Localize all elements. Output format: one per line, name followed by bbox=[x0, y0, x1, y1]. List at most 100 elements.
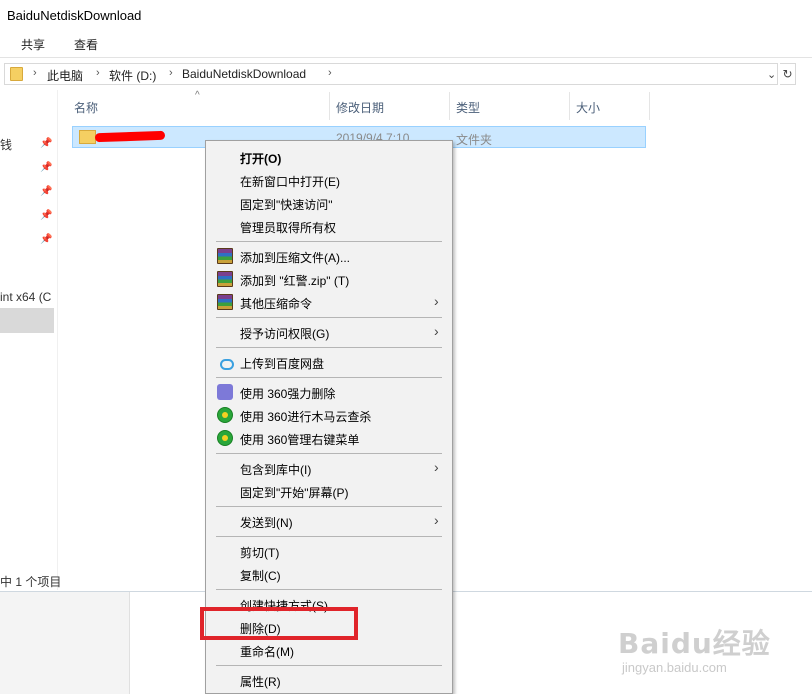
pin-icon[interactable]: 📌 bbox=[40, 234, 52, 245]
menu-item-add-to-zip[interactable]: 添加到 "红警.zip" (T) bbox=[206, 268, 452, 290]
address-box[interactable]: › 此电脑 › 软件 (D:) › BaiduNetdiskDownload ›… bbox=[4, 63, 778, 85]
menu-item-upload-baidu[interactable]: 上传到百度网盘 bbox=[206, 351, 452, 373]
winrar-icon bbox=[217, 271, 233, 287]
column-divider[interactable] bbox=[569, 92, 570, 120]
menu-item-label: 剪切(T) bbox=[240, 546, 280, 560]
menu-item-label: 添加到 "红警.zip" (T) bbox=[240, 274, 350, 288]
folder-icon bbox=[10, 67, 23, 81]
menu-item-include-library[interactable]: 包含到库中(I) › bbox=[206, 457, 452, 479]
menu-item-open-new-window[interactable]: 在新窗口中打开(E) bbox=[206, 169, 452, 191]
tab-share[interactable]: 共享 bbox=[21, 36, 45, 53]
menu-item-label: 重命名(M) bbox=[240, 645, 294, 659]
menu-item-pin-quick-access[interactable]: 固定到"快速访问" bbox=[206, 192, 452, 214]
winrar-icon bbox=[217, 248, 233, 264]
breadcrumb-current-folder[interactable]: BaiduNetdiskDownload bbox=[182, 67, 306, 81]
menu-item-copy[interactable]: 复制(C) bbox=[206, 563, 452, 585]
pin-icon[interactable]: 📌 bbox=[40, 186, 52, 197]
column-header-name[interactable]: 名称 bbox=[74, 99, 98, 116]
menu-item-rename[interactable]: 重命名(M) bbox=[206, 639, 452, 661]
chevron-right-icon: › bbox=[434, 459, 439, 475]
column-divider[interactable] bbox=[329, 92, 330, 120]
cell-type: 文件夹 bbox=[456, 133, 493, 147]
baidu-netdisk-icon bbox=[217, 354, 234, 370]
status-count: 1 个项目 bbox=[15, 575, 62, 589]
menu-separator bbox=[216, 453, 442, 454]
menu-item-label: 固定到"快速访问" bbox=[240, 198, 333, 212]
watermark: Baidu经验 jingyan.baidu.com bbox=[618, 622, 808, 682]
watermark-brand: Baidu经验 bbox=[618, 627, 771, 660]
menu-item-label: 使用 360强力删除 bbox=[240, 387, 336, 401]
background-pane bbox=[0, 592, 130, 694]
menu-item-label: 在新窗口中打开(E) bbox=[240, 175, 340, 189]
window-title: BaiduNetdiskDownload bbox=[7, 8, 142, 23]
nav-item-selected[interactable] bbox=[0, 308, 54, 333]
menu-item-properties[interactable]: 属性(R) bbox=[206, 669, 452, 691]
menu-item-360-scan[interactable]: 使用 360进行木马云查杀 bbox=[206, 404, 452, 426]
menu-item-label: 添加到压缩文件(A)... bbox=[240, 251, 350, 265]
360-security-icon bbox=[217, 407, 233, 423]
breadcrumb-separator[interactable]: › bbox=[328, 67, 332, 79]
chevron-down-icon[interactable]: ⌄ bbox=[767, 68, 776, 81]
winrar-icon bbox=[217, 294, 233, 310]
menu-item-take-ownership[interactable]: 管理员取得所有权 bbox=[206, 215, 452, 237]
menu-item-label: 使用 360管理右键菜单 bbox=[240, 433, 360, 447]
chevron-right-icon: › bbox=[434, 512, 439, 528]
menu-item-label: 其他压缩命令 bbox=[240, 297, 313, 311]
menu-item-label: 属性(R) bbox=[240, 675, 281, 689]
menu-item-360-shred[interactable]: 使用 360强力删除 bbox=[206, 381, 452, 403]
menu-item-open[interactable]: 打开(O) bbox=[206, 146, 452, 168]
menu-item-send-to[interactable]: 发送到(N) › bbox=[206, 510, 452, 532]
menu-item-other-compress[interactable]: 其他压缩命令 › bbox=[206, 291, 452, 313]
menu-item-add-to-archive[interactable]: 添加到压缩文件(A)... bbox=[206, 245, 452, 267]
breadcrumb-separator[interactable]: › bbox=[33, 67, 37, 79]
tab-view[interactable]: 查看 bbox=[74, 36, 98, 53]
menu-separator bbox=[216, 347, 442, 348]
menu-item-360-manage[interactable]: 使用 360管理右键菜单 bbox=[206, 427, 452, 449]
menu-item-label: 管理员取得所有权 bbox=[240, 221, 337, 235]
breadcrumb-separator[interactable]: › bbox=[96, 67, 100, 79]
menu-item-label: 打开(O) bbox=[240, 152, 282, 166]
360-security-icon bbox=[217, 430, 233, 446]
address-bar: › 此电脑 › 软件 (D:) › BaiduNetdiskDownload ›… bbox=[0, 58, 812, 90]
menu-item-pin-start[interactable]: 固定到"开始"屏幕(P) bbox=[206, 480, 452, 502]
chevron-right-icon: › bbox=[434, 323, 439, 339]
menu-item-label: 包含到库中(I) bbox=[240, 463, 312, 477]
menu-item-cut[interactable]: 剪切(T) bbox=[206, 540, 452, 562]
column-header-type[interactable]: 类型 bbox=[456, 99, 480, 116]
redaction-mark bbox=[94, 130, 166, 143]
menu-separator bbox=[216, 377, 442, 378]
title-bar: BaiduNetdiskDownload bbox=[0, 0, 812, 30]
ribbon: 共享 查看 bbox=[0, 30, 812, 58]
sort-ascending-icon: ^ bbox=[195, 90, 200, 101]
item-count: 中 1 个项目 bbox=[0, 573, 61, 590]
menu-separator bbox=[216, 665, 442, 666]
folder-icon bbox=[79, 130, 96, 144]
menu-separator bbox=[216, 241, 442, 242]
menu-separator bbox=[216, 506, 442, 507]
column-divider[interactable] bbox=[649, 92, 650, 120]
status-bar: 中 1 个项目 bbox=[0, 572, 130, 590]
breadcrumb-separator[interactable]: › bbox=[169, 67, 173, 79]
menu-separator bbox=[216, 317, 442, 318]
pin-icon[interactable]: 📌 bbox=[40, 138, 52, 149]
refresh-icon[interactable]: ↻ bbox=[780, 63, 796, 85]
column-header-modified[interactable]: 修改日期 bbox=[336, 99, 384, 116]
column-header-size[interactable]: 大小 bbox=[576, 99, 600, 116]
status-prefix: 中 bbox=[0, 575, 13, 589]
menu-item-label: 固定到"开始"屏幕(P) bbox=[240, 486, 349, 500]
breadcrumb-this-pc[interactable]: 此电脑 bbox=[47, 67, 83, 84]
nav-item-drive-c[interactable]: int x64 (C bbox=[0, 290, 51, 304]
pin-icon[interactable]: 📌 bbox=[40, 162, 52, 173]
menu-item-grant-access[interactable]: 授予访问权限(G) › bbox=[206, 321, 452, 343]
watermark-url: jingyan.baidu.com bbox=[622, 660, 727, 675]
breadcrumb-drive-d[interactable]: 软件 (D:) bbox=[109, 67, 156, 84]
360-shred-icon bbox=[217, 384, 233, 400]
chevron-right-icon: › bbox=[434, 293, 439, 309]
column-divider[interactable] bbox=[449, 92, 450, 120]
navigation-pane: 📌 📌 📌 📌 📌 钱 int x64 (C bbox=[0, 90, 56, 590]
menu-separator bbox=[216, 536, 442, 537]
nav-item-label[interactable]: 钱 bbox=[0, 136, 12, 153]
menu-item-label: 上传到百度网盘 bbox=[240, 357, 325, 371]
menu-item-label: 复制(C) bbox=[240, 569, 281, 583]
pin-icon[interactable]: 📌 bbox=[40, 210, 52, 221]
